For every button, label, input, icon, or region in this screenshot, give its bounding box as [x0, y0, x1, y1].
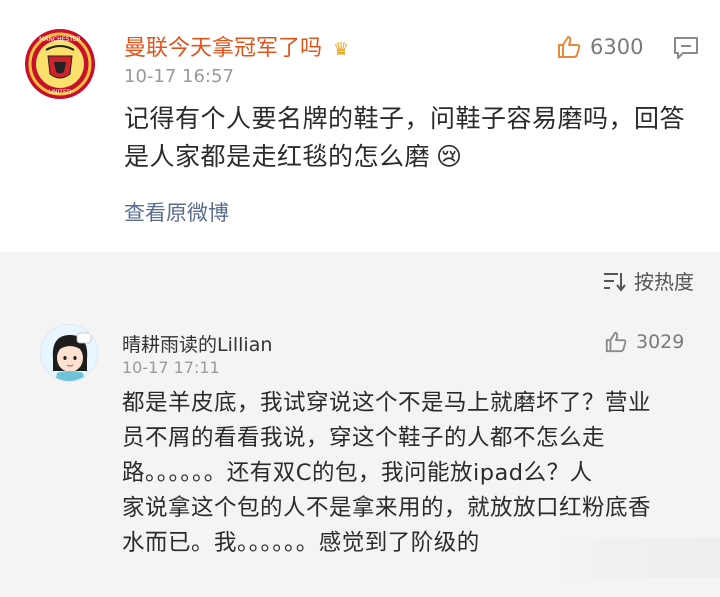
sort-icon — [604, 272, 626, 292]
crown-badge-icon: ♛ — [333, 39, 350, 60]
comment-icon[interactable] — [673, 36, 699, 60]
comment-like-count: 3029 — [636, 331, 685, 353]
post-like-button[interactable]: 6300 — [556, 34, 643, 60]
comment-username[interactable]: 晴耕雨读的Lillian — [122, 330, 272, 357]
post-like-count: 6300 — [590, 35, 644, 59]
svg-text:MANCHESTER: MANCHESTER — [39, 36, 81, 43]
post-body: 记得有个人要名牌的鞋子，问鞋子容易磨吗，回答 是人家都是走红毯的怎么磨 😢 — [124, 100, 704, 176]
comment-text-line: 员不屑的看看我说，穿这个鞋子的人都不怎么走 — [122, 425, 606, 451]
post-username-text[interactable]: 曼联今天拿冠军了吗 — [124, 36, 322, 61]
watermark-overlay — [548, 538, 720, 578]
crying-emoji-icon: 😢 — [436, 142, 463, 171]
team-crest-icon: MANCHESTER UNITED — [25, 29, 95, 99]
svg-text:UNITED: UNITED — [49, 89, 72, 96]
comment-item: 晴耕雨读的Lillian 10-17 17:11 3029 都是羊皮底，我试穿说… — [0, 308, 720, 597]
comment-text-line: 路。。。。。。还有双C的包，我问能放ipad么？人 — [122, 460, 593, 486]
post-username[interactable]: 曼联今天拿冠军了吗 ♛ — [124, 30, 349, 62]
view-original-link[interactable]: 查看原微博 — [124, 197, 229, 227]
comment-timestamp: 10-17 17:11 — [122, 358, 220, 377]
sort-label: 按热度 — [634, 270, 694, 294]
comment-text-line: 都是羊皮底，我试穿说这个不是马上就磨坏了？营业 — [122, 390, 652, 416]
sort-bar: 按热度 — [0, 252, 720, 308]
post-text-line: 记得有个人要名牌的鞋子，问鞋子容易磨吗，回答 — [124, 104, 686, 133]
comment-body: 都是羊皮底，我试穿说这个不是马上就磨坏了？营业 员不屑的看看我说，穿这个鞋子的人… — [122, 386, 702, 561]
comment-like-button[interactable]: 3029 — [604, 330, 684, 354]
post-timestamp: 10-17 16:57 — [124, 66, 234, 87]
thumbs-up-icon — [558, 36, 581, 58]
comment-text-line: 家说拿这个包的人不是拿来用的，就放放口红粉底香 — [122, 495, 652, 521]
avatar[interactable] — [40, 324, 98, 382]
post-text-line: 是人家都是走红毯的怎么磨 😢 — [124, 142, 463, 171]
original-post: MANCHESTER UNITED 曼联今天拿冠军了吗 ♛ 10-17 16:5… — [0, 0, 720, 252]
cartoon-girl-avatar-icon — [41, 325, 97, 381]
thumbs-up-icon — [605, 331, 627, 353]
avatar[interactable]: MANCHESTER UNITED — [24, 28, 96, 100]
sort-by-heat-button[interactable]: 按热度 — [602, 266, 694, 295]
